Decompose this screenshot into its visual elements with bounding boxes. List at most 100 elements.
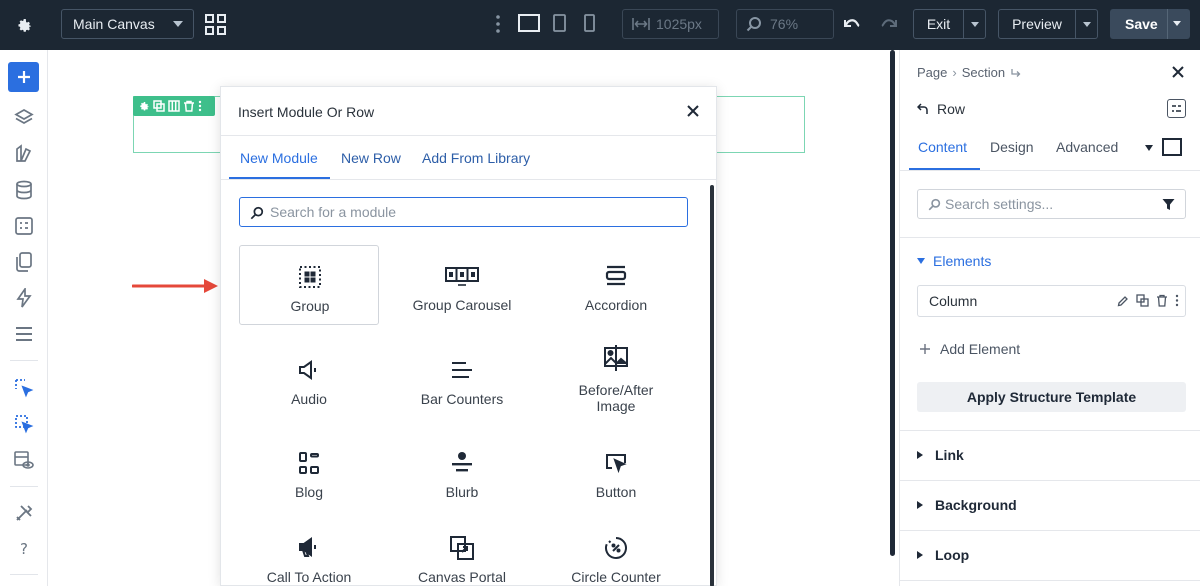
module-label: Circle Counter <box>571 569 661 585</box>
row-settings-icon[interactable] <box>138 100 150 112</box>
chevron-right-icon: › <box>952 65 957 80</box>
layout-grid-icon[interactable] <box>205 14 226 40</box>
row-duplicate-icon[interactable] <box>153 100 165 112</box>
add-plus-button[interactable] <box>8 62 39 92</box>
element-options-icon[interactable] <box>1167 99 1186 118</box>
apply-structure-template-button[interactable]: Apply Structure Template <box>917 382 1186 412</box>
state-toggle-icon[interactable] <box>1162 138 1182 156</box>
more-options-icon[interactable] <box>1175 294 1179 307</box>
tab-new-row[interactable]: New Row <box>341 150 401 166</box>
canvas-select[interactable]: Main Canvas <box>61 9 194 39</box>
audio-icon <box>296 357 322 383</box>
module-button[interactable]: Button <box>546 432 686 512</box>
button-icon <box>603 450 629 476</box>
module-accordion[interactable]: Accordion <box>546 245 686 325</box>
module-blurb[interactable]: Blurb <box>392 432 532 512</box>
column-label: Column <box>929 293 978 309</box>
chevron-down-icon[interactable] <box>1145 145 1153 151</box>
tools-icon[interactable] <box>12 501 36 525</box>
panel-divider <box>900 530 1200 531</box>
edit-pencil-icon[interactable] <box>1117 295 1129 307</box>
row-delete-icon[interactable] <box>183 100 195 112</box>
module-audio[interactable]: Audio <box>239 339 379 419</box>
more-options-icon[interactable] <box>496 14 500 39</box>
save-divider <box>1167 9 1168 39</box>
blurb-icon <box>449 450 475 476</box>
design-palette-icon[interactable] <box>12 142 36 166</box>
module-group[interactable]: Group <box>239 245 379 325</box>
multi-select-icon[interactable] <box>12 412 36 436</box>
section-background[interactable]: Background <box>917 497 1017 513</box>
help-icon[interactable]: ? <box>12 537 36 561</box>
form-icon[interactable] <box>12 214 36 238</box>
save-button[interactable]: Save <box>1110 9 1190 39</box>
zoom-input[interactable]: 76% <box>736 9 834 39</box>
breadcrumb-page[interactable]: Page <box>917 65 947 80</box>
tab-advanced[interactable]: Advanced <box>1056 139 1118 155</box>
pages-icon[interactable] <box>12 250 36 274</box>
module-circle-counter[interactable]: Circle Counter <box>546 517 686 586</box>
module-call-to-action[interactable]: Call To Action <box>239 517 379 586</box>
module-label: Button <box>595 484 637 500</box>
back-arrow-icon[interactable] <box>917 103 929 115</box>
list-icon[interactable] <box>12 322 36 346</box>
trash-icon[interactable] <box>1156 294 1168 307</box>
layers-icon[interactable] <box>12 106 36 130</box>
module-canvas-portal[interactable]: Canvas Portal <box>392 517 532 586</box>
before-after-icon <box>603 345 629 371</box>
canvas-select-value: Main Canvas <box>73 16 155 32</box>
select-cursor-icon[interactable] <box>12 376 36 400</box>
module-label: Audio <box>291 391 327 407</box>
undo-icon[interactable] <box>844 15 862 36</box>
module-group-carousel[interactable]: Group Carousel <box>392 245 532 325</box>
tab-content[interactable]: Content <box>918 139 967 155</box>
module-search-input[interactable]: Search for a module <box>239 197 688 227</box>
close-icon[interactable] <box>1171 65 1185 79</box>
canvas-scrollbar[interactable] <box>890 50 895 556</box>
filter-icon[interactable] <box>1162 198 1175 211</box>
tablet-view-icon[interactable] <box>553 14 566 37</box>
section-loop[interactable]: Loop <box>917 547 969 563</box>
exit-dropdown-button[interactable] <box>964 9 986 39</box>
settings-search-input[interactable]: Search settings... <box>917 189 1186 219</box>
preview-eye-icon[interactable] <box>12 448 36 472</box>
exit-button[interactable]: Exit <box>913 9 964 39</box>
elements-section-header[interactable]: Elements <box>917 253 991 269</box>
duplicate-icon[interactable] <box>1136 294 1149 307</box>
database-icon[interactable] <box>12 178 36 202</box>
row-more-icon[interactable] <box>198 100 202 112</box>
add-element-button[interactable]: Add Element <box>919 341 1020 357</box>
apply-template-label: Apply Structure Template <box>966 389 1137 405</box>
phone-view-icon[interactable] <box>584 14 595 37</box>
return-arrow-icon <box>1011 68 1021 77</box>
canvas-width-input[interactable]: 1025px <box>622 9 719 39</box>
highlight-arrow <box>132 279 218 293</box>
row-toolbar <box>133 96 215 116</box>
chevron-down-icon[interactable] <box>1173 21 1181 26</box>
group-carousel-icon <box>444 263 480 289</box>
tab-design[interactable]: Design <box>990 139 1034 155</box>
close-icon[interactable] <box>683 101 703 121</box>
panel-divider <box>900 170 1200 171</box>
module-blog[interactable]: Blog <box>239 432 379 512</box>
column-item[interactable]: Column <box>917 285 1186 317</box>
lightning-icon[interactable] <box>12 286 36 310</box>
redo-icon[interactable] <box>879 15 897 36</box>
tab-add-from-library[interactable]: Add From Library <box>422 150 530 166</box>
preview-label: Preview <box>1012 16 1062 32</box>
zoom-search-icon <box>746 17 761 32</box>
element-title-text: Row <box>937 101 966 117</box>
top-toolbar: Main Canvas 1025px 76% Exit Preview Save <box>0 0 1200 50</box>
section-link[interactable]: Link <box>917 447 964 463</box>
preview-dropdown-button[interactable] <box>1076 9 1098 39</box>
desktop-view-icon[interactable] <box>518 14 540 37</box>
preview-button[interactable]: Preview <box>998 9 1076 39</box>
row-columns-icon[interactable] <box>168 100 180 112</box>
modal-scrollbar[interactable] <box>710 185 714 586</box>
settings-gear-icon[interactable] <box>0 0 48 50</box>
insert-module-modal: Insert Module Or Row New Module New Row … <box>220 86 717 586</box>
module-bar-counters[interactable]: Bar Counters <box>392 339 532 419</box>
tab-new-module[interactable]: New Module <box>240 150 318 166</box>
breadcrumb-section[interactable]: Section <box>962 65 1005 80</box>
module-before-after-image[interactable]: Before/After Image <box>546 339 686 429</box>
